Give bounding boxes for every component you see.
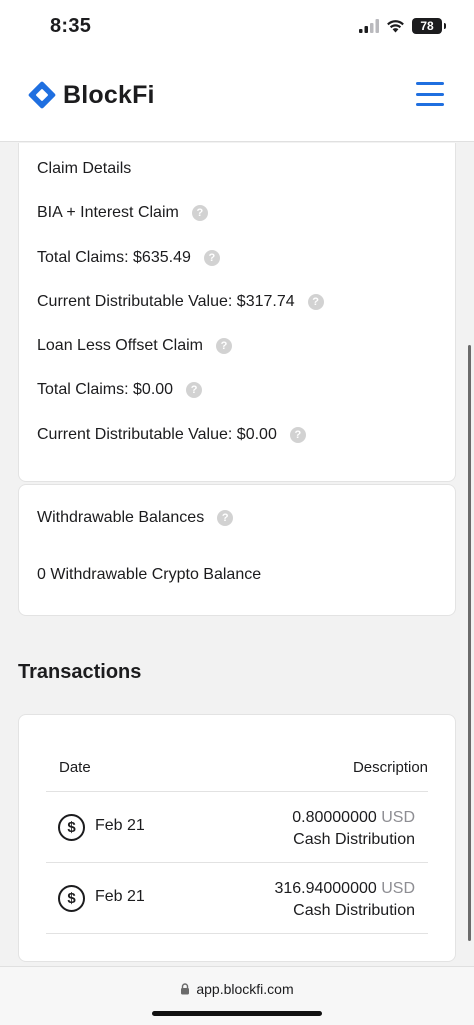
- loan-distributable-row: Current Distributable Value: $0.00 ?: [37, 426, 306, 444]
- blockfi-diamond-logo-icon: [28, 81, 56, 109]
- bia-total-claims-row: Total Claims: $635.49 ?: [37, 249, 220, 267]
- loan-distributable-value: Current Distributable Value: $0.00: [37, 426, 277, 443]
- help-icon[interactable]: ?: [307, 294, 324, 310]
- help-icon[interactable]: ?: [191, 205, 208, 221]
- bia-distributable-value: Current Distributable Value: $317.74: [37, 293, 295, 310]
- url-text: app.blockfi.com: [196, 981, 294, 997]
- lock-icon: [181, 983, 190, 995]
- brand-name: BlockFi: [63, 80, 155, 109]
- dollar-circle-icon: $: [58, 814, 85, 841]
- loan-offset-claim-label: Loan Less Offset Claim: [37, 337, 204, 354]
- transaction-amount: 0.80000000: [292, 809, 377, 826]
- hamburger-menu-icon[interactable]: [416, 82, 444, 106]
- wifi-icon: [387, 20, 404, 33]
- help-icon[interactable]: ?: [186, 382, 203, 398]
- transactions-card: Date Description $ Feb 21 0.80000000 USD…: [18, 714, 456, 962]
- scrollbar[interactable]: [468, 345, 471, 941]
- column-header-date[interactable]: Date: [46, 759, 91, 789]
- loan-offset-claim-row: Loan Less Offset Claim ?: [37, 337, 233, 355]
- dollar-circle-icon: $: [58, 885, 85, 912]
- bia-total-claims: Total Claims: $635.49: [37, 249, 191, 266]
- brand-logo[interactable]: BlockFi: [27, 80, 155, 110]
- column-header-description[interactable]: Description: [353, 759, 428, 789]
- battery-icon: 78: [412, 18, 446, 34]
- home-indicator[interactable]: [152, 1011, 322, 1016]
- bia-distributable-row: Current Distributable Value: $317.74 ?: [37, 293, 324, 311]
- table-row[interactable]: $ Feb 21 0.80000000 USD Cash Distributio…: [46, 792, 428, 862]
- transaction-date: Feb 21: [95, 888, 145, 905]
- help-icon[interactable]: ?: [217, 510, 234, 526]
- browser-url-bar[interactable]: app.blockfi.com: [0, 966, 474, 1025]
- help-icon[interactable]: ?: [203, 250, 220, 266]
- status-time: 8:35: [50, 15, 92, 37]
- divider: [46, 933, 428, 934]
- help-icon[interactable]: ?: [216, 338, 233, 354]
- help-icon[interactable]: ?: [289, 427, 306, 443]
- loan-total-claims-row: Total Claims: $0.00 ?: [37, 381, 203, 399]
- url-display[interactable]: app.blockfi.com: [0, 981, 474, 997]
- transaction-amount: 316.94000000: [274, 880, 377, 897]
- withdrawable-balances-card: Withdrawable Balances ? 0 Withdrawable C…: [18, 484, 456, 616]
- loan-total-claims: Total Claims: $0.00: [37, 381, 174, 398]
- withdrawable-crypto-balance: 0 Withdrawable Crypto Balance: [37, 566, 262, 583]
- transaction-unit: USD: [381, 880, 415, 897]
- transaction-unit: USD: [381, 809, 415, 826]
- transaction-type: Cash Distribution: [293, 831, 415, 848]
- table-row[interactable]: $ Feb 21 316.94000000 USD Cash Distribut…: [46, 863, 428, 933]
- withdrawable-balances-title-row: Withdrawable Balances ?: [37, 509, 234, 527]
- transaction-description: 316.94000000 USD Cash Distribution: [274, 878, 415, 922]
- transactions-table-header: Date Description: [46, 759, 428, 789]
- signal-bars-icon: [359, 19, 379, 33]
- transactions-title: Transactions: [18, 661, 142, 683]
- transaction-date: Feb 21: [95, 817, 145, 834]
- transaction-description: 0.80000000 USD Cash Distribution: [292, 807, 415, 851]
- transaction-type: Cash Distribution: [293, 902, 415, 919]
- claim-details-title: Claim Details: [37, 160, 132, 177]
- claim-details-card: Claim Details BIA + Interest Claim ? Tot…: [18, 143, 456, 482]
- withdrawable-balances-title: Withdrawable Balances: [37, 509, 205, 526]
- status-bar: 8:35 78: [0, 0, 474, 56]
- bia-interest-claim-label: BIA + Interest Claim: [37, 204, 179, 221]
- app-header: BlockFi: [0, 56, 474, 142]
- status-icons: 78: [359, 18, 446, 34]
- page: 8:35 78 BlockFi Claim Details BIA + Inte…: [0, 0, 474, 1025]
- bia-interest-claim-row: BIA + Interest Claim ?: [37, 204, 208, 222]
